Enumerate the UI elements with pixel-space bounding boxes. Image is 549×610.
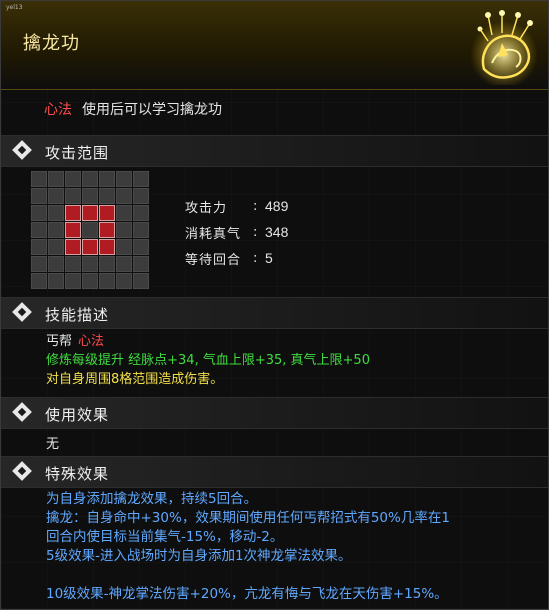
section-use-effect: 使用效果: [1, 397, 548, 429]
corner-tag: yel13: [6, 4, 23, 11]
grid-cell: [99, 273, 115, 289]
section-attack-range: 攻击范围: [1, 135, 548, 167]
golden-dragon-emblem-icon: [470, 10, 538, 85]
stat-label: 攻击力: [185, 200, 228, 216]
grid-cell: [116, 222, 132, 238]
grid-cell-active: [65, 222, 81, 238]
grid-cell: [82, 171, 98, 187]
attack-range-grid: [31, 171, 149, 289]
grid-cell: [116, 188, 132, 204]
grid-cell: [31, 256, 47, 272]
grid-cell: [48, 222, 64, 238]
grid-cell: [82, 256, 98, 272]
grid-cell: [65, 188, 81, 204]
grid-cell: [65, 273, 81, 289]
special-line: 为自身添加擒龙效果，持续5回合。: [46, 491, 258, 507]
grid-cell: [65, 171, 81, 187]
skill-description: 丐帮 心法 修炼每级提升 经脉点+34, 气血上限+35, 真气上限+50 对自身…: [46, 332, 370, 389]
desc-upgrade: 修炼每级提升 经脉点+34, 气血上限+35, 真气上限+50: [46, 353, 370, 368]
grid-cell: [116, 205, 132, 221]
grid-cell: [133, 222, 149, 238]
stat-value: 5: [265, 250, 273, 266]
desc-damage: 对自身周围8格范围造成伤害。: [46, 372, 224, 387]
grid-cell-active: [99, 205, 115, 221]
grid-cell: [48, 205, 64, 221]
grid-cell: [99, 171, 115, 187]
special-line-gap: [46, 566, 541, 585]
tooltip-header: yel13 擒龙功: [1, 1, 548, 90]
stat-qi-cost: 消耗真气:348: [185, 224, 289, 242]
grid-cell-active: [65, 239, 81, 255]
special-line: 5级效果-进入战场时为自身添加1次神龙掌法效果。: [46, 548, 352, 564]
section-label: 技能描述: [45, 306, 110, 324]
diamond-icon: [12, 461, 32, 481]
grid-cell: [99, 256, 115, 272]
grid-cell: [116, 171, 132, 187]
grid-cell-active: [99, 222, 115, 238]
special-line: 擒龙：自身命中+30%，效果期间使用任何丐帮招式有50%几率在1: [46, 510, 450, 526]
usage-text: 使用后可以学习擒龙功: [82, 102, 222, 118]
section-label: 特殊效果: [45, 465, 110, 483]
grid-cell: [133, 188, 149, 204]
stat-attack: 攻击力:489: [185, 198, 289, 216]
section-label: 使用效果: [45, 406, 110, 424]
grid-cell: [48, 171, 64, 187]
grid-cell: [31, 273, 47, 289]
grid-cell: [48, 188, 64, 204]
grid-cell: [48, 239, 64, 255]
grid-cell: [82, 273, 98, 289]
special-effect-text: 为自身添加擒龙效果，持续5回合。 擒龙：自身命中+30%，效果期间使用任何丐帮招…: [46, 490, 541, 604]
section-skill-description: 技能描述: [1, 297, 548, 329]
grid-cell: [65, 256, 81, 272]
usage-keyword: 心法: [44, 102, 72, 118]
grid-cell: [82, 222, 98, 238]
skill-tooltip-panel: yel13 擒龙功 心法 使用后可以学习擒龙功 攻击范围 攻击力: 489 消…: [0, 0, 549, 610]
grid-cell: [133, 273, 149, 289]
use-effect-text: 无: [46, 437, 60, 452]
grid-cell: [133, 205, 149, 221]
grid-cell: [48, 273, 64, 289]
usage-line: 心法 使用后可以学习擒龙功: [44, 99, 222, 119]
grid-cell: [99, 188, 115, 204]
grid-cell-active: [82, 239, 98, 255]
diamond-icon: [12, 140, 32, 160]
skill-title: 擒龙功: [23, 33, 80, 54]
grid-cell: [133, 171, 149, 187]
grid-cell: [133, 256, 149, 272]
stat-label: 等待回合: [185, 252, 242, 268]
grid-cell: [48, 256, 64, 272]
stat-label: 消耗真气: [185, 226, 242, 242]
stat-wait-turns: 等待回合:5: [185, 250, 273, 268]
grid-cell: [82, 188, 98, 204]
grid-cell: [31, 222, 47, 238]
grid-cell: [31, 171, 47, 187]
desc-category: 心法: [78, 334, 105, 349]
grid-cell: [116, 256, 132, 272]
grid-cell: [133, 239, 149, 255]
grid-cell: [31, 239, 47, 255]
special-line: 10级效果-神龙掌法伤害+20%，亢龙有悔与飞龙在天伤害+15%。: [46, 586, 448, 602]
grid-cell-active: [99, 239, 115, 255]
stat-value: 489: [265, 198, 289, 214]
grid-cell: [116, 273, 132, 289]
grid-cell-active: [65, 205, 81, 221]
stat-value: 348: [265, 224, 289, 240]
grid-cell: [31, 205, 47, 221]
diamond-icon: [12, 302, 32, 322]
grid-cell-active: [82, 205, 98, 221]
section-special-effect: 特殊效果: [1, 456, 548, 488]
special-line: 回合内使目标当前集气-15%，移动-2。: [46, 529, 284, 545]
section-label: 攻击范围: [45, 144, 110, 162]
grid-cell: [31, 188, 47, 204]
desc-school: 丐帮: [46, 334, 73, 349]
diamond-icon: [12, 402, 32, 422]
stats-block: 攻击力:489 消耗真气:348 等待回合:5: [185, 193, 288, 271]
grid-cell: [116, 239, 132, 255]
